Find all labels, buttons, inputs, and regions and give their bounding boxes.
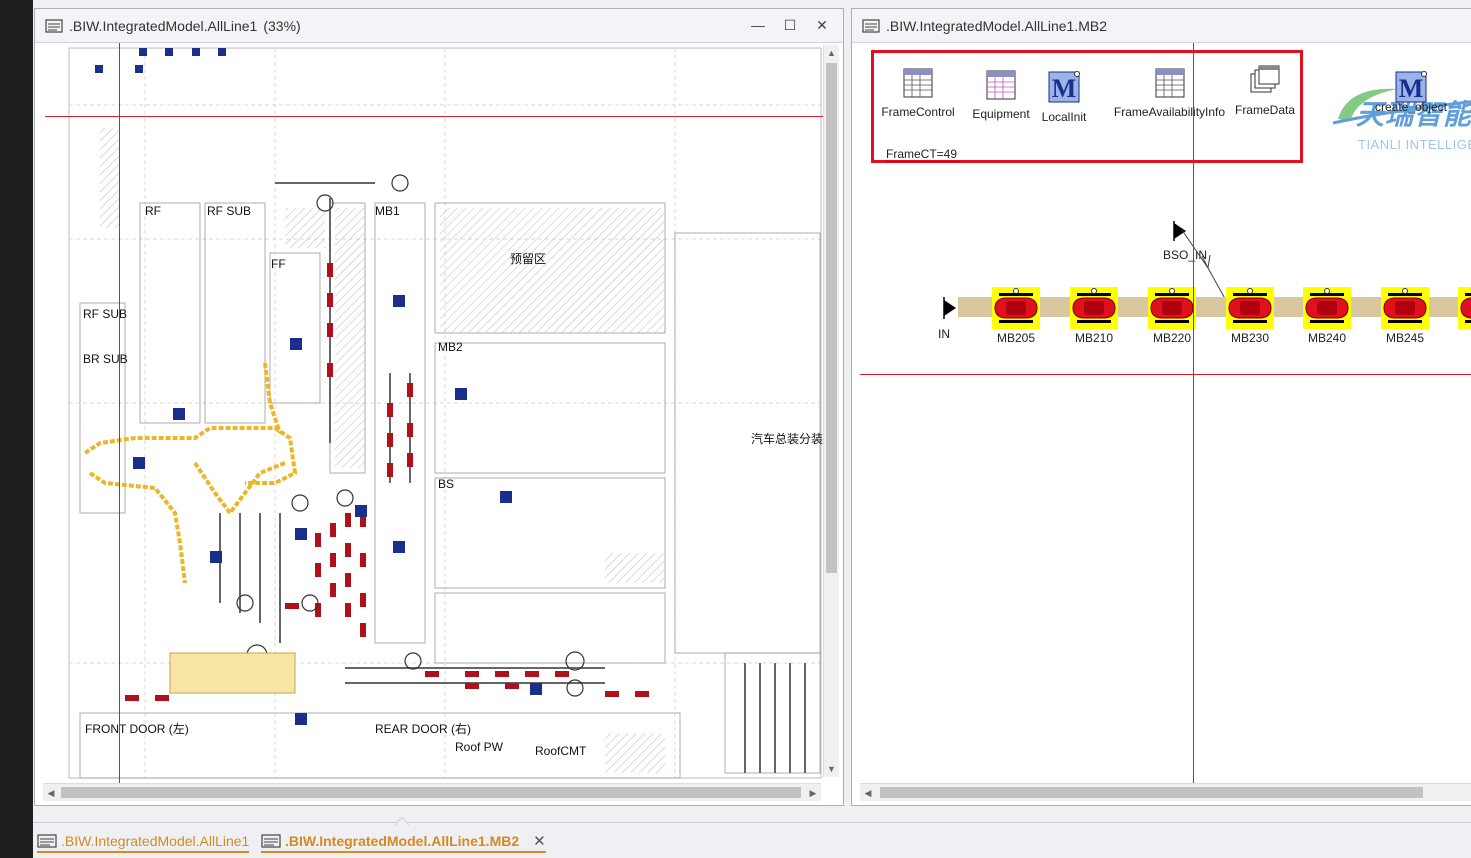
station-mb245[interactable]: MB245 — [1381, 287, 1441, 347]
frame-icon — [37, 834, 57, 848]
frame-objects-highlight: FrameControl Equipment M LocalInit Frame… — [871, 50, 1303, 163]
car-station-icon — [1303, 287, 1351, 329]
station-mb230[interactable]: MB230 — [1226, 287, 1286, 347]
layout-canvas[interactable]: RF RF SUB FF RF SUB BR SUB MB1 预留区 MB2 BS FRO… — [45, 43, 835, 783]
car-station-icon — [1381, 287, 1429, 329]
svg-text:RF SUB: RF SUB — [83, 307, 127, 321]
station-label: MB230 — [1230, 331, 1270, 345]
tool-label: FrameData — [1234, 103, 1296, 117]
table-icon — [986, 70, 1016, 100]
station-label: MB240 — [1307, 331, 1347, 345]
scroll-up-arrow-icon[interactable]: ▲ — [824, 45, 839, 61]
scroll-left-arrow-icon[interactable]: ◀ — [860, 784, 876, 802]
table-icon — [903, 68, 933, 98]
scroll-right-arrow-icon[interactable]: ▶ — [805, 784, 821, 802]
zoom-level: (33%) — [263, 17, 301, 34]
layout-vertical-scroll-thumb[interactable] — [826, 63, 837, 573]
tool-frame-data[interactable]: FrameData — [1230, 64, 1300, 117]
layout-vertical-scrollbar[interactable]: ▲ ▼ — [823, 45, 839, 777]
method-icon: M — [1048, 71, 1080, 103]
layout-horizontal-scrollbar[interactable]: ◀ ▶ — [43, 783, 821, 801]
frame-ct-readout: FrameCT=49 — [886, 147, 960, 162]
svg-text:BS: BS — [438, 477, 454, 491]
tab-allline1[interactable]: .BIW.IntegratedModel.AllLine1 — [37, 831, 250, 853]
guide-line-horizontal — [860, 374, 1471, 375]
car-station-icon — [1458, 287, 1471, 329]
tool-label: Equipment — [972, 107, 1030, 121]
tab-label: .BIW.IntegratedModel.AllLine1.MB2 — [285, 833, 520, 849]
mb2-horizontal-scrollbar[interactable]: ◀ — [860, 783, 1471, 801]
mb2-window[interactable]: .BIW.IntegratedModel.AllLine1.MB2 FrameC… — [851, 8, 1471, 806]
mb2-horizontal-scroll-thumb[interactable] — [880, 787, 1423, 798]
layout-horizontal-scroll-thumb[interactable] — [61, 787, 801, 798]
svg-text:REAR DOOR (右): REAR DOOR (右) — [375, 721, 471, 736]
station-label: MB245 — [1385, 331, 1425, 345]
plant-layout-drawing: RF RF SUB FF RF SUB BR SUB MB1 预留区 MB2 BS FRO… — [68, 47, 835, 779]
svg-text:预留区: 预留区 — [510, 252, 546, 266]
tab-label: .BIW.IntegratedModel.AllLine1 — [61, 833, 250, 849]
svg-text:MB1: MB1 — [375, 204, 400, 218]
station-label: MB205 — [996, 331, 1036, 345]
car-station-icon — [992, 287, 1040, 329]
svg-text:M: M — [1052, 74, 1077, 103]
create-object-label: create_object — [1374, 100, 1448, 114]
tool-label: FrameAvailabilityInfo — [1113, 105, 1226, 119]
tab-allline1-mb2[interactable]: .BIW.IntegratedModel.AllLine1.MB2 ✕ — [261, 831, 546, 853]
car-station-icon — [1226, 287, 1274, 329]
mb2-canvas[interactable]: FrameControl Equipment M LocalInit Frame… — [860, 43, 1471, 783]
entry-label: IN — [938, 327, 950, 341]
svg-text:FRONT DOOR (左): FRONT DOOR (左) — [85, 721, 189, 736]
layout-window-title: .BIW.IntegratedModel.AllLine1 — [69, 17, 258, 34]
car-station-icon — [1070, 287, 1118, 329]
station-label: M — [1452, 331, 1471, 345]
left-dark-strip — [0, 0, 33, 858]
tool-local-init[interactable]: M LocalInit — [1034, 71, 1094, 124]
document-tab-bar: .BIW.IntegratedModel.AllLine1 .BIW.Integ… — [33, 817, 1471, 858]
frame-stack-icon — [1250, 65, 1280, 93]
svg-text:汽车总装分装区: 汽车总装分装区 — [751, 431, 825, 446]
entry-flag-icon — [943, 297, 956, 319]
create-object-method[interactable]: M create_object — [1366, 71, 1456, 114]
svg-text:Roof PW: Roof PW — [455, 740, 504, 754]
tool-equipment[interactable]: Equipment — [962, 70, 1040, 121]
minimize-button[interactable]: — — [751, 17, 765, 34]
frame-icon — [862, 18, 880, 33]
scroll-left-arrow-icon[interactable]: ◀ — [43, 784, 59, 802]
tool-frame-control[interactable]: FrameControl — [877, 68, 959, 119]
mb2-window-title: .BIW.IntegratedModel.AllLine1.MB2 — [886, 17, 1108, 34]
svg-text:MB2: MB2 — [438, 340, 463, 354]
svg-text:M: M — [1399, 74, 1424, 103]
station-m[interactable]: M — [1458, 287, 1471, 347]
station-mb210[interactable]: MB210 — [1070, 287, 1130, 347]
method-icon: M — [1395, 71, 1427, 103]
guide-line-vertical — [119, 43, 120, 783]
tool-frame-availability-info[interactable]: FrameAvailabilityInfo — [1107, 68, 1232, 119]
guide-line-vertical — [1193, 43, 1194, 783]
frame-icon — [45, 18, 63, 33]
svg-text:RF SUB: RF SUB — [207, 204, 251, 218]
guide-line-horizontal — [45, 116, 823, 117]
frame-icon — [261, 834, 281, 848]
layout-window[interactable]: .BIW.IntegratedModel.AllLine1 (33%) — ☐ … — [34, 8, 844, 806]
station-mb205[interactable]: MB205 — [992, 287, 1052, 347]
watermark-english-text: TIANLI INTELLIGE — [1358, 137, 1471, 152]
close-button[interactable]: ✕ — [815, 17, 829, 34]
tab-notch-icon — [395, 817, 409, 825]
layout-window-titlebar[interactable]: .BIW.IntegratedModel.AllLine1 (33%) — ☐ … — [35, 9, 843, 43]
station-label: MB210 — [1074, 331, 1114, 345]
tool-label: LocalInit — [1041, 110, 1087, 124]
svg-text:FF: FF — [271, 257, 286, 271]
svg-text:BR SUB: BR SUB — [83, 352, 128, 366]
scroll-down-arrow-icon[interactable]: ▼ — [824, 761, 839, 777]
maximize-button[interactable]: ☐ — [783, 17, 797, 34]
tab-close-button[interactable]: ✕ — [533, 832, 546, 850]
tool-label: FrameControl — [881, 105, 955, 119]
station-mb240[interactable]: MB240 — [1303, 287, 1363, 347]
station-mb220[interactable]: MB220 — [1148, 287, 1208, 347]
svg-text:RoofCMT: RoofCMT — [535, 744, 587, 758]
svg-text:RF: RF — [145, 204, 161, 218]
car-station-icon — [1148, 287, 1196, 329]
table-icon — [1155, 68, 1184, 98]
mb2-window-titlebar[interactable]: .BIW.IntegratedModel.AllLine1.MB2 — [852, 9, 1471, 43]
